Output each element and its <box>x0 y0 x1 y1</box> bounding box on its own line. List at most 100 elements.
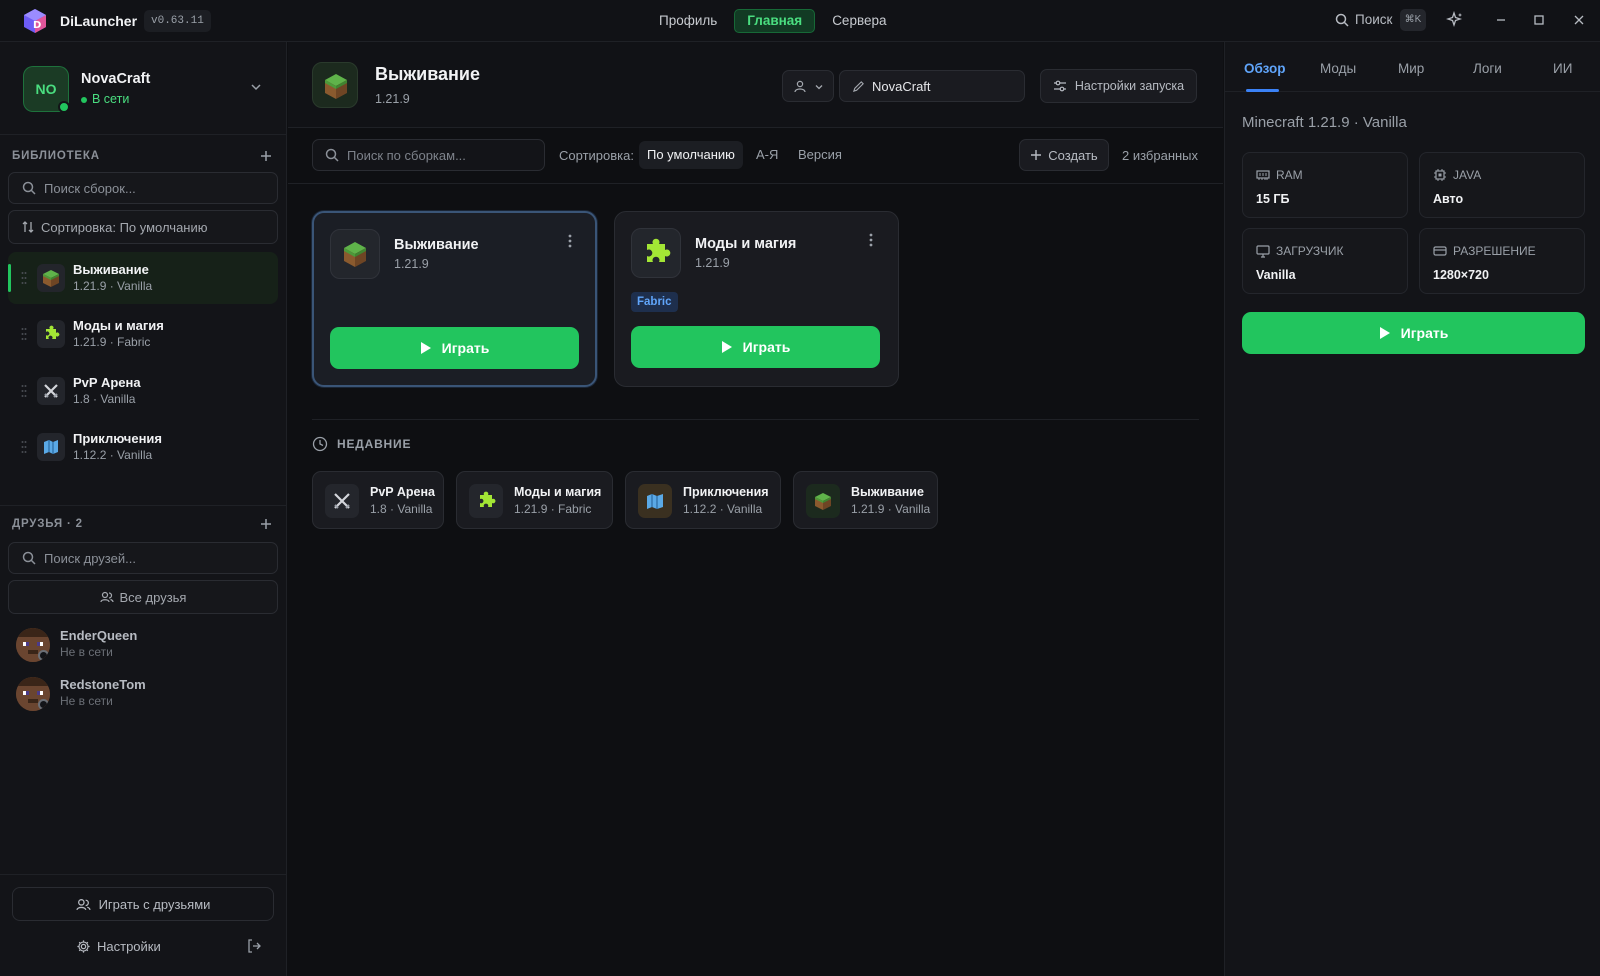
play-label: Играть <box>441 340 490 356</box>
stat-label: ЗАГРУЗЧИК <box>1276 244 1344 258</box>
friend-avatar <box>16 628 50 662</box>
add-friend-icon[interactable] <box>258 516 274 532</box>
play-with-friends-button[interactable]: Играть с друзьями <box>12 887 274 921</box>
library-item[interactable]: PvP Арена 1.8 · Vanilla <box>8 365 278 417</box>
nav-profile[interactable]: Профиль <box>650 9 726 33</box>
tab-ai[interactable]: ИИ <box>1553 61 1572 76</box>
avatar: NO <box>23 66 70 113</box>
friends-search-input[interactable]: Поиск друзей... <box>8 542 278 574</box>
crossed-swords-icon <box>37 377 65 405</box>
more-vertical-icon[interactable] <box>562 233 578 249</box>
grass-block-icon <box>312 62 358 108</box>
map-icon <box>37 433 65 461</box>
nav-servers[interactable]: Сервера <box>823 9 895 33</box>
launch-settings-button[interactable]: Настройки запуска <box>1040 69 1197 103</box>
create-label: Создать <box>1048 147 1098 163</box>
chevron-down-icon[interactable] <box>248 79 264 95</box>
plus-icon <box>1030 149 1042 161</box>
card-title: Выживание <box>394 237 479 253</box>
offline-status-dot <box>38 650 49 661</box>
active-tab-indicator <box>1246 89 1279 92</box>
drag-handle-icon[interactable] <box>21 327 27 341</box>
search-label: Поиск <box>1355 12 1393 27</box>
modpack-search-input[interactable]: Поиск по сборкам... <box>312 139 545 171</box>
library-sort-button[interactable]: Сортировка: По умолчанию <box>8 210 278 244</box>
play-icon <box>1379 326 1391 340</box>
tab-world[interactable]: Мир <box>1398 61 1424 76</box>
page-title: Выживание <box>375 64 480 84</box>
memory-icon <box>1256 168 1270 182</box>
nav-home[interactable]: Главная <box>734 9 816 33</box>
sort-label: Сортировка: <box>559 148 634 163</box>
play-button[interactable]: Играть <box>631 326 880 368</box>
library-sort-label: Сортировка: По умолчанию <box>41 219 208 235</box>
profile-status: В сети <box>81 92 129 106</box>
stat-card-resolution: РАЗРЕШЕНИЕ 1280×720 <box>1419 228 1585 294</box>
grass-block-icon <box>37 264 65 292</box>
sort-alphabetical[interactable]: А-Я <box>748 141 786 169</box>
nickname-input[interactable]: NovaCraft <box>839 70 1025 102</box>
library-item[interactable]: Выживание 1.21.9 · Vanilla <box>8 252 278 304</box>
modpack-card[interactable]: Выживание 1.21.9 Играть <box>312 211 597 387</box>
drag-handle-icon[interactable] <box>21 271 27 285</box>
global-search-button[interactable]: Поиск <box>1335 12 1392 27</box>
more-vertical-icon[interactable] <box>863 232 879 248</box>
search-icon <box>22 181 36 195</box>
sort-default[interactable]: По умолчанию <box>639 141 743 169</box>
users-icon <box>99 590 114 604</box>
recent-item-subtitle: 1.8 · Vanilla <box>370 502 433 516</box>
card-version: 1.21.9 <box>394 257 429 271</box>
play-label: Играть <box>742 339 791 355</box>
svg-text:D: D <box>33 20 41 31</box>
drag-handle-icon[interactable] <box>21 384 27 398</box>
recent-heading-label: НЕДАВНИЕ <box>337 437 412 451</box>
friends-heading: ДРУЗЬЯ · 2 <box>12 518 83 530</box>
play-button[interactable]: Играть <box>330 327 579 369</box>
sparkle-icon[interactable] <box>1446 11 1466 31</box>
all-friends-button[interactable]: Все друзья <box>8 580 278 614</box>
monitor-icon <box>1256 244 1270 258</box>
tab-mods[interactable]: Моды <box>1320 61 1356 76</box>
recent-item-title: Моды и магия <box>514 485 602 499</box>
crossed-swords-icon <box>325 484 359 518</box>
profile-card[interactable]: NO NovaCraft В сети <box>0 42 287 135</box>
recent-item[interactable]: Моды и магия 1.21.9 · Fabric <box>456 471 613 529</box>
logout-icon[interactable] <box>246 938 262 954</box>
library-item[interactable]: Моды и магия 1.21.9 · Fabric <box>8 308 278 360</box>
account-switcher-button[interactable] <box>782 70 834 102</box>
minimize-icon[interactable] <box>1492 11 1512 31</box>
details-tabs: Обзор Моды Мир Логи ИИ <box>1225 42 1600 92</box>
puzzle-icon <box>37 320 65 348</box>
app-name: DiLauncher <box>60 13 138 29</box>
top-navigation: Профиль Главная Сервера <box>650 9 896 33</box>
tab-overview[interactable]: Обзор <box>1244 61 1286 76</box>
modpack-card[interactable]: Моды и магия 1.21.9 Fabric Играть <box>614 211 899 387</box>
close-icon[interactable] <box>1570 11 1590 31</box>
settings-label: Настройки <box>97 939 161 954</box>
play-button[interactable]: Играть <box>1242 312 1585 354</box>
recent-item[interactable]: PvP Арена 1.8 · Vanilla <box>312 471 444 529</box>
cpu-icon <box>1433 168 1447 182</box>
settings-button[interactable]: Настройки <box>76 939 161 954</box>
create-button[interactable]: Создать <box>1019 139 1109 171</box>
library-item[interactable]: Приключения 1.12.2 · Vanilla <box>8 421 278 473</box>
gear-icon <box>76 939 91 954</box>
drag-handle-icon[interactable] <box>21 440 27 454</box>
modpack-version: 1.21.9 <box>375 92 410 106</box>
recent-item[interactable]: Приключения 1.12.2 · Vanilla <box>625 471 781 529</box>
library-item-subtitle: 1.8 · Vanilla <box>73 392 136 406</box>
friend-item[interactable]: EnderQueen Не в сети <box>16 624 271 664</box>
title-bar: D DiLauncher v0.63.11 Профиль Главная Се… <box>0 0 1600 42</box>
add-modpack-icon[interactable] <box>258 148 274 164</box>
friend-item[interactable]: RedstoneTom Не в сети <box>16 673 271 713</box>
library-search-input[interactable]: Поиск сборок... <box>8 172 278 204</box>
minecraft-version-info: Minecraft 1.21.9 · Vanilla <box>1242 114 1407 131</box>
launch-settings-label: Настройки запуска <box>1074 79 1185 93</box>
stat-label: JAVA <box>1453 168 1482 182</box>
maximize-icon[interactable] <box>1530 11 1550 31</box>
sort-version[interactable]: Версия <box>790 141 850 169</box>
recent-heading: НЕДАВНИЕ <box>312 436 411 452</box>
grass-block-icon <box>330 229 380 279</box>
tab-logs[interactable]: Логи <box>1473 61 1502 76</box>
recent-item[interactable]: Выживание 1.21.9 · Vanilla <box>793 471 938 529</box>
